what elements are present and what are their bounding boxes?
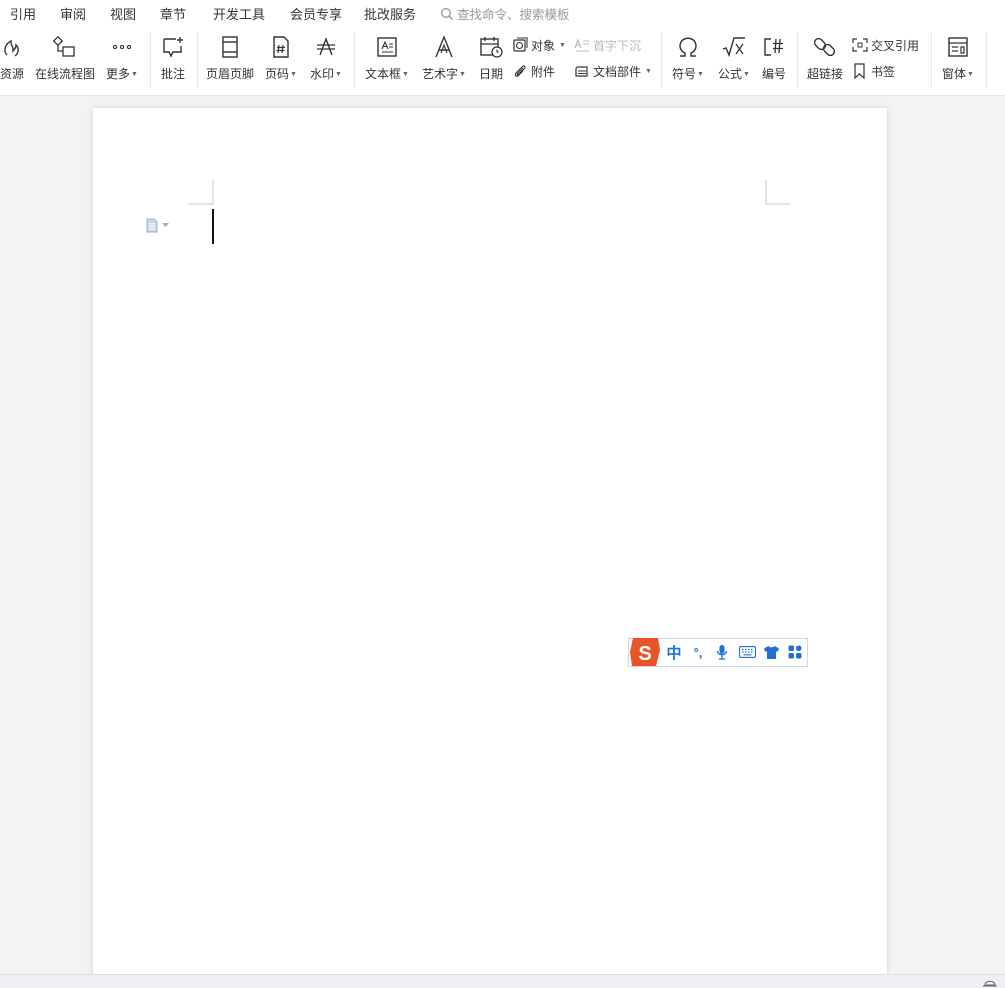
cross-reference-label: 交叉引用 xyxy=(871,38,920,53)
tab-correction-service[interactable]: 批改服务 xyxy=(364,4,416,23)
margin-corner-top-right xyxy=(765,180,790,205)
more-icon xyxy=(108,34,136,60)
hyperlink-label: 超链接 xyxy=(806,67,843,81)
cross-reference-button[interactable]: 交叉引用 xyxy=(852,35,919,55)
window-button[interactable]: 窗体▼ xyxy=(928,30,988,88)
page-number-label: 页码 xyxy=(265,67,290,81)
calendar-icon xyxy=(477,34,505,60)
menu-bar: 引用 审阅 视图 章节 开发工具 会员专享 批改服务 查找命令、搜索模板 xyxy=(0,0,1005,24)
object-button[interactable]: 对象 ▼ xyxy=(512,35,566,55)
chevron-down-icon: ▼ xyxy=(967,71,974,78)
command-search[interactable]: 查找命令、搜索模板 xyxy=(440,4,570,23)
hyperlink-button[interactable]: 超链接 xyxy=(795,30,855,88)
textbox-label: 文本框 xyxy=(365,67,402,81)
microphone-icon[interactable] xyxy=(713,642,731,662)
margin-corner-top-left xyxy=(188,180,214,205)
ime-toolbar[interactable]: S 中 °, xyxy=(628,638,808,667)
chevron-down-icon: ▼ xyxy=(335,71,342,78)
keyboard-icon[interactable] xyxy=(737,642,757,662)
window-label: 窗体 xyxy=(942,67,967,81)
textbox-icon xyxy=(373,34,401,60)
sogou-logo-letter: S xyxy=(638,643,651,665)
textbox-button[interactable]: 文本框▼ xyxy=(357,30,417,88)
watermark-button[interactable]: 水印▼ xyxy=(296,30,356,88)
ribbon-divider xyxy=(354,32,355,88)
ribbon-divider xyxy=(197,32,198,88)
drop-cap-icon xyxy=(574,38,589,52)
toolbox-grid-icon[interactable] xyxy=(785,642,805,662)
more-label: 更多 xyxy=(106,67,131,81)
online-flowchart-button[interactable]: 在线流程图 xyxy=(35,30,95,88)
object-icon xyxy=(513,37,528,52)
drop-cap-label: 首字下沉 xyxy=(593,38,642,53)
chevron-down-icon xyxy=(162,223,169,227)
sogou-logo-icon: S xyxy=(630,638,660,666)
drop-cap-button[interactable]: 首字下沉 xyxy=(574,35,641,55)
tab-view[interactable]: 视图 xyxy=(110,4,136,23)
resources-icon xyxy=(0,34,26,60)
document-page[interactable] xyxy=(93,108,887,988)
wordart-icon xyxy=(430,34,458,60)
ribbon-toolbar: 资源 在线流程图 更多▼ 批注 页眉页脚 页码▼ 水印▼ 文本框▼ 艺术字▼ 日… xyxy=(0,24,1005,96)
comment-button[interactable]: 批注 xyxy=(143,30,203,88)
notification-icon[interactable] xyxy=(983,977,997,988)
document-parts-label: 文档部件 xyxy=(593,64,642,79)
formula-label: 公式 xyxy=(718,67,743,81)
header-footer-icon xyxy=(216,34,244,60)
status-bar xyxy=(0,974,1005,988)
numbering-icon xyxy=(760,34,788,60)
comment-label: 批注 xyxy=(160,67,185,81)
bookmark-label: 书签 xyxy=(871,64,896,79)
watermark-label: 水印 xyxy=(310,67,335,81)
tab-review[interactable]: 审阅 xyxy=(60,4,86,23)
online-flowchart-label: 在线流程图 xyxy=(35,67,96,81)
symbol-label: 符号 xyxy=(672,67,697,81)
comment-icon xyxy=(159,34,187,60)
tab-chapter[interactable]: 章节 xyxy=(160,4,186,23)
page-number-icon xyxy=(267,34,295,60)
search-placeholder: 查找命令、搜索模板 xyxy=(457,8,570,22)
chevron-down-icon: ▼ xyxy=(645,67,652,75)
wordart-label: 艺术字 xyxy=(422,67,459,81)
window-icon xyxy=(944,34,972,60)
ime-mode-toggle[interactable]: 中 xyxy=(665,642,683,662)
document-area[interactable] xyxy=(0,96,1005,988)
chevron-down-icon: ▼ xyxy=(559,41,566,49)
watermark-icon xyxy=(312,34,340,60)
chevron-down-icon: ▼ xyxy=(131,71,138,78)
attachment-label: 附件 xyxy=(531,64,556,79)
flowchart-icon xyxy=(51,34,79,60)
bookmark-button[interactable]: 书签 xyxy=(852,61,895,81)
link-icon xyxy=(811,34,839,60)
chevron-down-icon: ▼ xyxy=(697,71,704,78)
skin-tshirt-icon[interactable] xyxy=(761,642,781,662)
paragraph-layout-button[interactable] xyxy=(145,218,169,233)
ribbon-divider xyxy=(986,32,987,88)
omega-icon xyxy=(674,34,702,60)
tab-member-exclusive[interactable]: 会员专享 xyxy=(290,4,342,23)
paragraph-icon xyxy=(146,218,158,233)
text-cursor xyxy=(212,209,214,244)
paperclip-icon xyxy=(514,65,526,77)
tab-references[interactable]: 引用 xyxy=(10,4,36,23)
bookmark-icon xyxy=(854,63,865,79)
object-label: 对象 xyxy=(531,38,556,53)
search-icon xyxy=(441,7,453,20)
chevron-down-icon: ▼ xyxy=(402,71,409,78)
attachment-button[interactable]: 附件 xyxy=(512,61,555,81)
document-parts-icon xyxy=(575,66,588,77)
cross-reference-icon xyxy=(852,38,868,52)
tab-developer-tools[interactable]: 开发工具 xyxy=(213,4,265,23)
ime-punctuation-toggle[interactable]: °, xyxy=(689,642,707,662)
document-parts-button[interactable]: 文档部件 ▼ xyxy=(574,61,652,81)
